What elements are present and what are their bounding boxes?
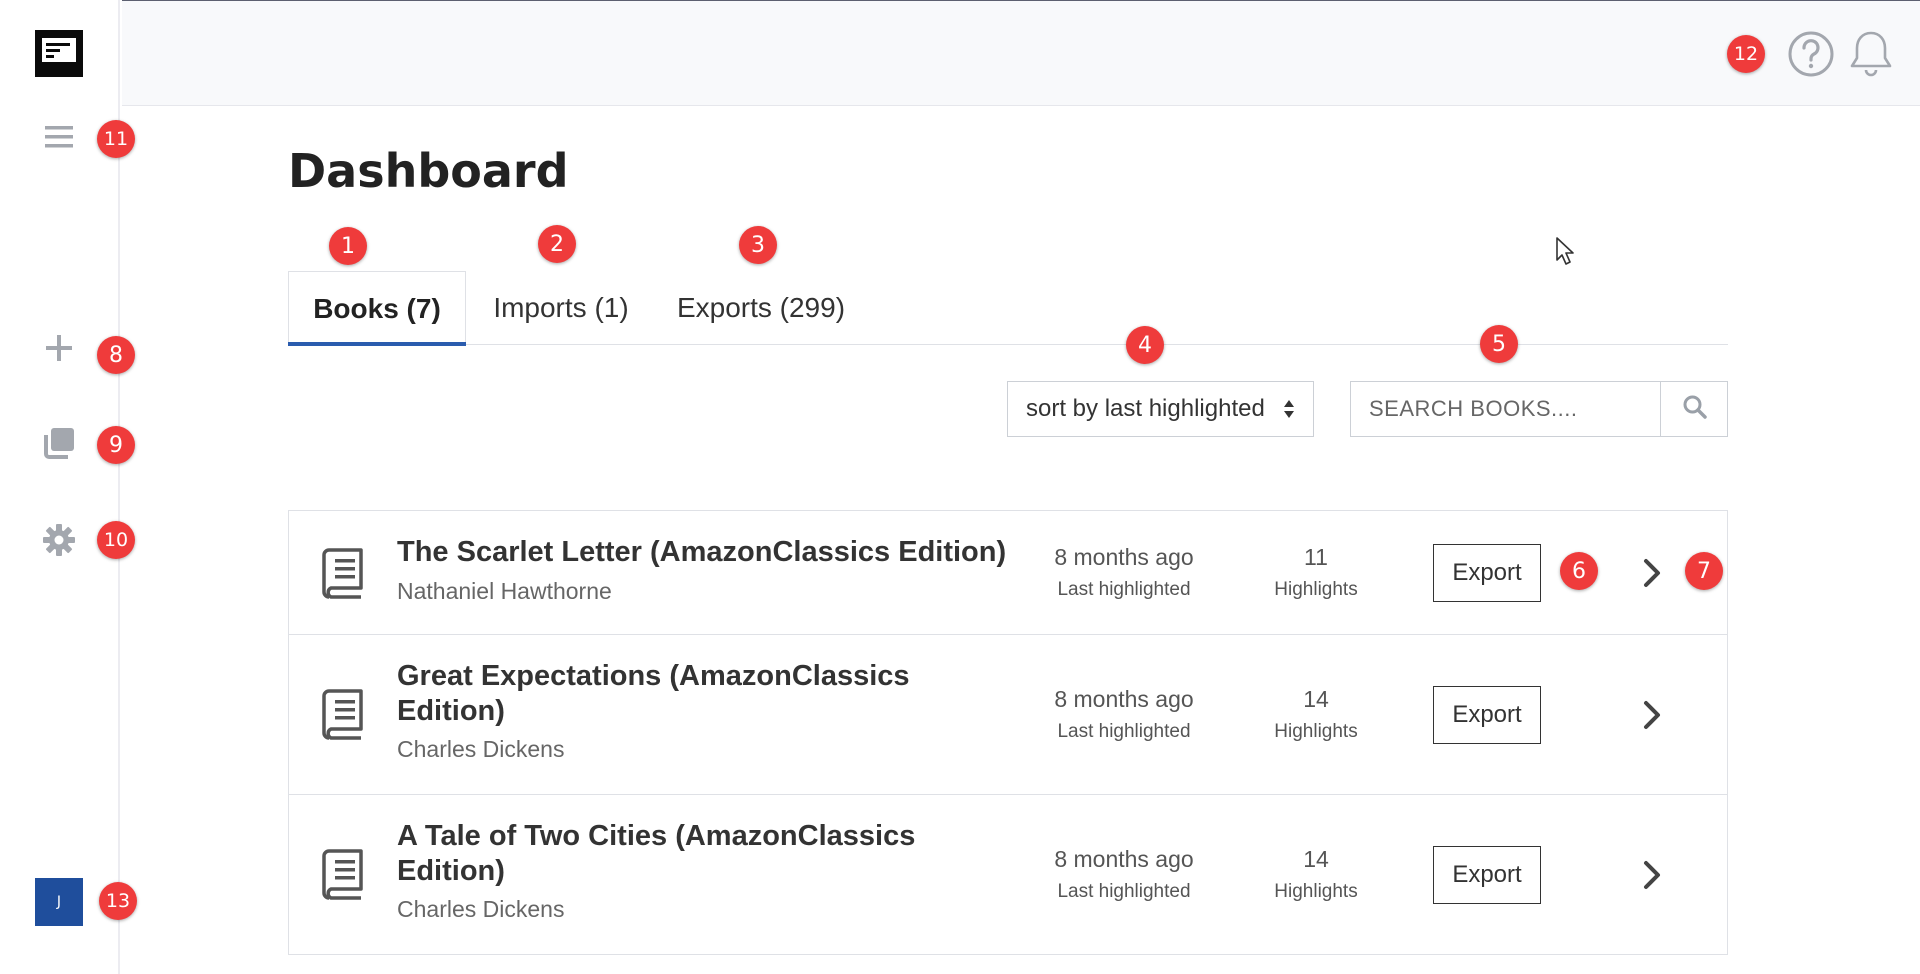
- sort-caret-icon: [1283, 398, 1295, 427]
- annotation-badge: 11: [97, 120, 135, 158]
- book-author: Charles Dickens: [397, 896, 565, 922]
- help-icon[interactable]: [1786, 29, 1836, 79]
- last-highlighted-label: Last highlighted: [1057, 579, 1191, 600]
- export-button[interactable]: Export: [1433, 544, 1541, 602]
- highlights-count: 11: [1304, 544, 1328, 570]
- tab-books[interactable]: Books (7): [288, 271, 466, 346]
- search-icon: [1682, 394, 1708, 424]
- book-row[interactable]: Great Expectations (AmazonClassics Editi…: [289, 635, 1727, 795]
- mouse-cursor-icon: [1555, 236, 1577, 270]
- annotation-badge: 3: [739, 226, 777, 264]
- highlights-label: Highlights: [1274, 721, 1358, 742]
- last-highlighted-meta: 8 months ago Last highlighted: [1024, 686, 1224, 743]
- search-button[interactable]: [1660, 382, 1728, 436]
- highlights-count: 14: [1303, 846, 1329, 872]
- highlights-label: Highlights: [1274, 579, 1358, 600]
- chevron-right-icon[interactable]: [1637, 553, 1667, 593]
- annotation-badge: 5: [1480, 325, 1518, 363]
- app-logo[interactable]: [35, 30, 83, 77]
- highlights-meta: 14 Highlights: [1246, 686, 1386, 743]
- highlights-count: 14: [1303, 686, 1329, 712]
- book-title[interactable]: Great Expectations (AmazonClassics Editi…: [397, 659, 997, 729]
- page-title: Dashboard: [288, 144, 569, 198]
- top-bar: [122, 0, 1920, 106]
- book-title[interactable]: The Scarlet Letter (AmazonClassics Editi…: [397, 535, 1017, 570]
- annotation-badge: 10: [97, 521, 135, 559]
- chevron-right-icon[interactable]: [1637, 855, 1667, 895]
- gear-icon[interactable]: [39, 520, 79, 560]
- book-icon: [321, 848, 365, 900]
- annotation-badge: 6: [1560, 552, 1598, 590]
- menu-icon[interactable]: [39, 117, 79, 157]
- last-highlighted-label: Last highlighted: [1057, 721, 1191, 742]
- last-highlighted-value: 8 months ago: [1054, 686, 1194, 712]
- book-title[interactable]: A Tale of Two Cities (AmazonClassics Edi…: [397, 819, 997, 889]
- last-highlighted-label: Last highlighted: [1057, 881, 1191, 902]
- last-highlighted-meta: 8 months ago Last highlighted: [1024, 544, 1224, 601]
- search-input[interactable]: [1351, 382, 1661, 436]
- book-author: Charles Dickens: [397, 736, 565, 762]
- copy-icon[interactable]: [39, 423, 79, 463]
- highlights-meta: 11 Highlights: [1246, 544, 1386, 601]
- book-icon: [321, 688, 365, 740]
- tab-exports[interactable]: Exports (299): [656, 271, 866, 345]
- bell-icon[interactable]: [1846, 29, 1896, 79]
- annotation-badge: 13: [99, 882, 137, 920]
- export-button[interactable]: Export: [1433, 846, 1541, 904]
- last-highlighted-meta: 8 months ago Last highlighted: [1024, 846, 1224, 903]
- book-list: The Scarlet Letter (AmazonClassics Editi…: [288, 510, 1728, 955]
- annotation-badge: 4: [1126, 326, 1164, 364]
- annotation-badge: 2: [538, 225, 576, 263]
- tab-imports[interactable]: Imports (1): [466, 271, 656, 345]
- highlights-label: Highlights: [1274, 881, 1358, 902]
- annotation-badge: 9: [97, 426, 135, 464]
- annotation-badge: 1: [329, 227, 367, 265]
- chevron-right-icon[interactable]: [1637, 695, 1667, 735]
- annotation-badge: 12: [1727, 35, 1765, 73]
- annotation-badge: 8: [97, 336, 135, 374]
- user-avatar[interactable]: J: [35, 878, 83, 926]
- book-author: Nathaniel Hawthorne: [397, 578, 612, 604]
- book-icon: [321, 547, 365, 599]
- annotation-badge: 7: [1685, 552, 1723, 590]
- sort-dropdown[interactable]: sort by last highlighted: [1007, 381, 1314, 437]
- last-highlighted-value: 8 months ago: [1054, 846, 1194, 872]
- book-row[interactable]: A Tale of Two Cities (AmazonClassics Edi…: [289, 795, 1727, 955]
- sort-label: sort by last highlighted: [1026, 395, 1265, 422]
- plus-icon[interactable]: [39, 328, 79, 368]
- last-highlighted-value: 8 months ago: [1054, 544, 1194, 570]
- book-row[interactable]: The Scarlet Letter (AmazonClassics Editi…: [289, 511, 1727, 635]
- highlights-meta: 14 Highlights: [1246, 846, 1386, 903]
- search-box: [1350, 381, 1728, 437]
- export-button[interactable]: Export: [1433, 686, 1541, 744]
